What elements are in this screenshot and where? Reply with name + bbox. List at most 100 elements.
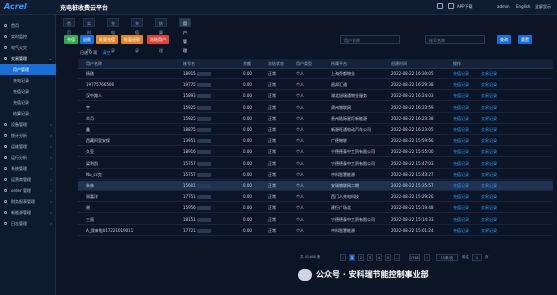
goto-page-input[interactable]: 1: [472, 254, 482, 261]
page-number[interactable]: 3: [367, 254, 373, 261]
account-name-input[interactable]: 账号名称: [425, 35, 485, 44]
language-switch[interactable]: English: [516, 4, 530, 9]
recharge-record-link[interactable]: 充值记录: [453, 114, 469, 124]
tab-item[interactable]: 实时监控: [83, 18, 95, 53]
transaction-record-link[interactable]: 交易记录: [481, 203, 497, 213]
transaction-record-link[interactable]: 交易记录: [481, 69, 497, 79]
transaction-record-link[interactable]: 交易记录: [481, 136, 497, 146]
sidebar-item[interactable]: 充值记录: [0, 97, 56, 108]
page-size-select[interactable]: 15条/页: [436, 254, 458, 261]
toolbar-button[interactable]: 批量充值: [96, 35, 118, 44]
sidebar-item[interactable]: 日志管理 ›: [0, 218, 56, 229]
table-row[interactable]: 久亚 18916 0.00 正常 个人 宁德德泰中工贸有限公司 2022-08-22 15:…: [78, 147, 553, 158]
sidebar-item[interactable]: 充值记录: [0, 86, 56, 97]
page-number[interactable]: 2: [358, 254, 364, 261]
sidebar-item[interactable]: 系统管理 ›: [0, 163, 56, 174]
table-row[interactable]: 炎月 15925 0.00 正常 个人 贵州陆际星灯新能源 2022-08-22 16:23…: [78, 114, 553, 124]
page-number[interactable]: 5: [385, 254, 391, 261]
column-header[interactable]: 用户名称: [86, 59, 102, 69]
table-row[interactable]: 汉中路人 15893 0.00 正常 个人 湖北旭瑞通物业服务 2022-08-22 16:…: [78, 91, 553, 102]
table-row[interactable]: 周嘉洋 17751 0.00 正常 个人 西门人充电科技 2022-08-22 15:29:…: [78, 192, 553, 203]
table-row[interactable]: A_我来啦017221019011 17721 0.00 正常 个人 中科智慧能源 2022…: [78, 226, 553, 236]
page-number[interactable]: 1: [349, 254, 355, 261]
notification-icon[interactable]: [437, 3, 443, 9]
tab-item[interactable]: 充电记录: [107, 18, 119, 53]
sidebar-item[interactable]: 用户管理: [0, 64, 56, 75]
query-button[interactable]: 查询: [497, 35, 511, 44]
toolbar-button[interactable]: 冻结用户: [147, 35, 169, 44]
toolbar-button[interactable]: 批量退款: [121, 35, 143, 44]
toolbar-button[interactable]: 退款: [80, 35, 94, 44]
transaction-record-link[interactable]: 交易记录: [481, 159, 497, 169]
recharge-record-link[interactable]: 充值记录: [453, 125, 469, 135]
transaction-record-link[interactable]: 交易记录: [481, 80, 497, 90]
sidebar-item[interactable]: 运行分析 ›: [0, 152, 56, 163]
download-icon[interactable]: [448, 3, 454, 9]
table-row[interactable]: 三丽 18151 0.00 正常 个人 宁德德泰中工贸有限公司 2022-08-22 15:…: [78, 215, 553, 225]
table-row[interactable]: 西藏阿里安保 13951 0.00 正常 个人 广德物联 2022-08-22 15:59:…: [78, 136, 553, 147]
recharge-record-link[interactable]: 充值记录: [453, 103, 469, 113]
transaction-record-link[interactable]: 交易记录: [481, 114, 497, 124]
sidebar-item[interactable]: 首页: [0, 20, 56, 31]
fullscreen-button[interactable]: 全屏显示: [535, 4, 551, 10]
sidebar-item[interactable]: 运营商管理 ›: [0, 174, 56, 185]
sidebar-item[interactable]: 统计分析 ›: [0, 130, 56, 141]
recharge-record-link[interactable]: 充值记录: [453, 226, 469, 236]
sidebar-item[interactable]: 电气火灾: [0, 42, 56, 53]
column-header[interactable]: 余额: [243, 59, 251, 69]
column-header[interactable]: 所属平台: [331, 59, 347, 69]
recharge-record-link[interactable]: 充值记录: [453, 136, 469, 146]
transaction-record-link[interactable]: 交易记录: [481, 125, 497, 135]
tab-item[interactable]: 结算管理: [155, 18, 167, 53]
column-header[interactable]: 冻结状态: [268, 59, 284, 69]
table-row[interactable]: 杨刚 18915 0.00 正常 个人 上海乔都物业 2022-08-22 16:30:05…: [78, 69, 553, 79]
toolbar-button[interactable]: 充值: [64, 35, 78, 44]
table-row[interactable]: 19775766506 19775 0.00 正常 个人 昌邦汇通 2022-08-22 1…: [78, 80, 553, 91]
recharge-record-link[interactable]: 充值记录: [453, 80, 469, 90]
recharge-record-link[interactable]: 充值记录: [453, 170, 469, 180]
clear-selection-link[interactable]: 清空: [102, 50, 110, 55]
transaction-record-link[interactable]: 交易记录: [481, 91, 497, 101]
table-row[interactable]: 谢 15956 0.00 正常 个人 建行广场北 2022-08-22 15:19:48 充值…: [78, 203, 553, 214]
sidebar-item[interactable]: 充电记录: [0, 75, 56, 86]
page-number[interactable]: ...: [394, 254, 400, 261]
sidebar-item[interactable]: 新能源管理 ›: [0, 207, 56, 218]
sidebar-item[interactable]: 运维管理 ›: [0, 141, 56, 152]
table-row[interactable]: 鑫 18875 0.00 正常 个人 新源旺通电动汽车公司 2022-08-22 16:23…: [78, 125, 553, 135]
prev-page-icon[interactable]: ‹: [340, 254, 346, 261]
transaction-record-link[interactable]: 交易记录: [481, 226, 497, 236]
table-row[interactable]: 朱林 15601 0.00 正常 个人 安瑞物联网二期 2022-08-22 15:35:5…: [78, 181, 553, 191]
sidebar-item[interactable]: order 管理 ›: [0, 185, 56, 196]
table-row[interactable]: Nu_cc克 15757 0.00 正常 个人 中科智慧能源 2022-08-22 15:4…: [78, 170, 553, 180]
recharge-record-link[interactable]: 充值记录: [453, 203, 469, 213]
column-header[interactable]: 用户类型: [296, 59, 312, 69]
tab-item[interactable]: 用户管理: [179, 18, 191, 53]
transaction-record-link[interactable]: 交易记录: [481, 192, 497, 202]
recharge-record-link[interactable]: 充值记录: [453, 181, 469, 191]
sidebar-item[interactable]: 设备管理 ›: [0, 119, 56, 130]
sidebar-item[interactable]: 实时监控: [0, 31, 56, 42]
column-header[interactable]: 操作: [453, 59, 461, 69]
next-page-icon[interactable]: ›: [424, 254, 430, 261]
table-row[interactable]: 宇 15925 0.00 正常 个人 肃州物联网 2022-08-22 16:23:59 充值…: [78, 103, 553, 113]
app-download-link[interactable]: APP下载: [457, 4, 473, 10]
column-header[interactable]: 账号名: [183, 59, 195, 69]
sidebar-item[interactable]: 交易管理 ⌄: [0, 53, 56, 64]
recharge-record-link[interactable]: 充值记录: [453, 91, 469, 101]
sidebar-item[interactable]: 财务报表管理 ›: [0, 196, 56, 207]
tab-item[interactable]: 首页: [63, 18, 75, 35]
transaction-record-link[interactable]: 交易记录: [481, 181, 497, 191]
recharge-record-link[interactable]: 充值记录: [453, 192, 469, 202]
user-name-input[interactable]: 用户名称: [340, 35, 400, 44]
page-number[interactable]: 2765: [409, 254, 420, 261]
table-row[interactable]: 梁利凯 15757 0.00 正常 个人 宁德德泰中工贸有限公司 2022-08-22 15…: [78, 159, 553, 169]
transaction-record-link[interactable]: 交易记录: [481, 215, 497, 225]
transaction-record-link[interactable]: 交易记录: [481, 103, 497, 113]
recharge-record-link[interactable]: 充值记录: [453, 69, 469, 79]
reset-button[interactable]: 重置: [518, 35, 532, 44]
sidebar-item[interactable]: 结算记录: [0, 108, 56, 119]
transaction-record-link[interactable]: 交易记录: [481, 147, 497, 157]
tab-item[interactable]: 充值记录: [131, 18, 143, 53]
user-menu[interactable]: admin: [497, 4, 510, 9]
transaction-record-link[interactable]: 交易记录: [481, 170, 497, 180]
